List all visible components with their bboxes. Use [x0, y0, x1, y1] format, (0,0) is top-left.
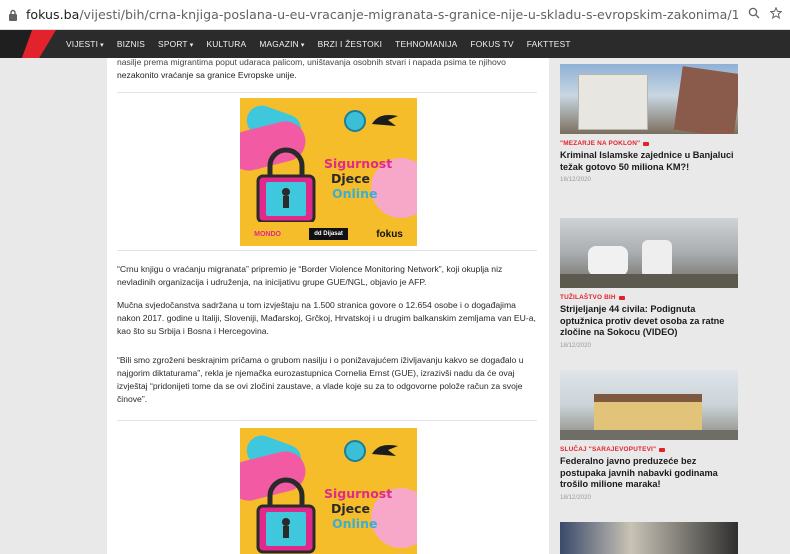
nav-item-biznis[interactable]: BIZNIS: [117, 39, 145, 49]
nav-item-fakttest[interactable]: FAKTTEST: [527, 39, 571, 49]
nav-item-brzi-i-estoki[interactable]: BRZI I ŽESTOKI: [318, 39, 383, 49]
nav-item-fokus-tv[interactable]: FOKUS TV: [470, 39, 513, 49]
news-card[interactable]: [560, 522, 738, 554]
news-thumbnail[interactable]: [560, 64, 738, 134]
news-thumbnail[interactable]: [560, 218, 738, 288]
nav-item-tehnomanija[interactable]: TEHNOMANIJA: [395, 39, 457, 49]
bird-logo-icon: [372, 114, 398, 126]
banner-line-1: Sigurnost: [324, 156, 393, 171]
news-title[interactable]: Strijeljanje 44 civila: Podignuta optužn…: [560, 304, 738, 339]
nav-item-label: VIJESTI: [66, 39, 99, 49]
site-logo[interactable]: [0, 30, 56, 58]
nav-item-label: KULTURA: [206, 39, 247, 49]
sponsor-logo: fokus: [376, 228, 403, 240]
banner-line-3: Online: [332, 516, 378, 531]
camera-icon: [618, 295, 625, 300]
sponsor-logo: MONDO: [254, 230, 281, 238]
lock-icon: [0, 9, 26, 21]
divider: [117, 92, 537, 93]
article-intro: nasilje prema migrantima poput udaraca p…: [117, 58, 537, 82]
news-card[interactable]: "MEZARJE NA POKLON" Kriminal Islamske za…: [560, 64, 738, 183]
nav-item-label: BRZI I ŽESTOKI: [317, 39, 383, 49]
article-paragraph: Mučna svjedočanstva sadržana u tom izvje…: [117, 300, 536, 336]
camera-icon: [659, 447, 666, 452]
related-news-sidebar: "MEZARJE NA POKLON" Kriminal Islamske za…: [560, 58, 738, 554]
nav-item-kultura[interactable]: KULTURA: [206, 39, 246, 49]
news-thumbnail[interactable]: [560, 522, 738, 554]
banner-sponsors: MONDO dd Dijasat fokus: [240, 222, 417, 246]
article-body: nasilje prema migrantima poput udaraca p…: [107, 58, 549, 554]
news-title[interactable]: Federalno javno preduzeće bez postupaka …: [560, 456, 738, 491]
nav-item-magazin[interactable]: MAGAZIN ▾: [259, 39, 304, 49]
banner-line-3: Online: [332, 186, 378, 201]
nav-item-label: SPORT: [158, 39, 188, 49]
news-category: SLUČAJ "SARAJEVOPUTEVI": [560, 446, 738, 453]
nav-menu: VIJESTI ▾ BIZNIS SPORT ▾ KULTURA MAGAZIN ▾ BRZI …: [66, 30, 571, 58]
bookmark-star-icon[interactable]: [769, 6, 783, 24]
article-paragraph: “Bili smo zgroženi beskrajnim pričama o …: [117, 355, 524, 404]
partner-logo-icon: [344, 110, 366, 132]
divider: [117, 420, 537, 421]
news-date: 18/12/2020: [560, 493, 591, 501]
intro-text: nezakonito vraćanje sa granice Evropske …: [117, 70, 297, 80]
url-host: fokus.ba: [26, 7, 80, 22]
chevron-down-icon: ▾: [300, 42, 305, 49]
ad-banner[interactable]: Sigurnost Djece Online: [240, 428, 417, 554]
browser-address-bar[interactable]: fokus.ba/vijesti/bih/crna-knjiga-poslana…: [0, 0, 790, 30]
nav-item-sport[interactable]: SPORT ▾: [158, 39, 193, 49]
sponsor-logo: dd Dijasat: [309, 228, 348, 240]
news-date: 18/12/2020: [560, 341, 591, 349]
padlock-icon: [256, 147, 316, 224]
news-card[interactable]: TUŽILAŠTVO BIH Strijeljanje 44 civila: P…: [560, 218, 738, 349]
site-navigation: VIJESTI ▾ BIZNIS SPORT ▾ KULTURA MAGAZIN ▾ BRZI …: [0, 30, 790, 58]
intro-cut-text: nasilje prema migrantima poput udaraca p…: [117, 58, 506, 67]
partner-logo-icon: [344, 440, 366, 462]
news-title[interactable]: Kriminal Islamske zajednice u Banjaluci …: [560, 150, 738, 173]
banner-line-1: Sigurnost: [324, 486, 393, 501]
nav-item-label: FAKTTEST: [526, 39, 571, 49]
banner-line-2: Djece: [331, 171, 371, 186]
padlock-icon: [256, 477, 316, 554]
news-date: 16/12/2020: [560, 176, 591, 184]
page-margin: [738, 58, 790, 554]
url-path: /vijesti/bih/crna-knjiga-poslana-u-eu-vr…: [79, 7, 738, 22]
divider: [117, 250, 537, 251]
url-text[interactable]: fokus.ba/vijesti/bih/crna-knjiga-poslana…: [26, 7, 738, 22]
news-thumbnail[interactable]: [560, 370, 738, 440]
news-category: TUŽILAŠTVO BIH: [560, 294, 738, 301]
nav-item-label: FOKUS TV: [470, 39, 514, 49]
chevron-down-icon: ▾: [100, 42, 104, 49]
nav-item-vijesti[interactable]: VIJESTI ▾: [66, 39, 104, 49]
nav-item-label: BIZNIS: [116, 39, 146, 49]
news-card[interactable]: SLUČAJ "SARAJEVOPUTEVI" Federalno javno …: [560, 370, 738, 501]
article-paragraph: “Crnu knjigu o vraćanju migranata” pripr…: [117, 264, 503, 287]
zoom-icon[interactable]: [748, 6, 760, 24]
ad-banner[interactable]: Sigurnost Djece Online MONDO dd Dijasat …: [240, 98, 417, 246]
nav-item-label: TEHNOMANIJA: [395, 39, 458, 49]
nav-item-label: MAGAZIN: [259, 39, 299, 49]
page-content: nasilje prema migrantima poput udaraca p…: [0, 58, 790, 554]
banner-line-2: Djece: [331, 501, 371, 516]
news-category: "MEZARJE NA POKLON": [560, 140, 738, 147]
chevron-down-icon: ▾: [189, 42, 194, 49]
bird-logo-icon: [372, 444, 398, 456]
camera-icon: [643, 141, 650, 146]
